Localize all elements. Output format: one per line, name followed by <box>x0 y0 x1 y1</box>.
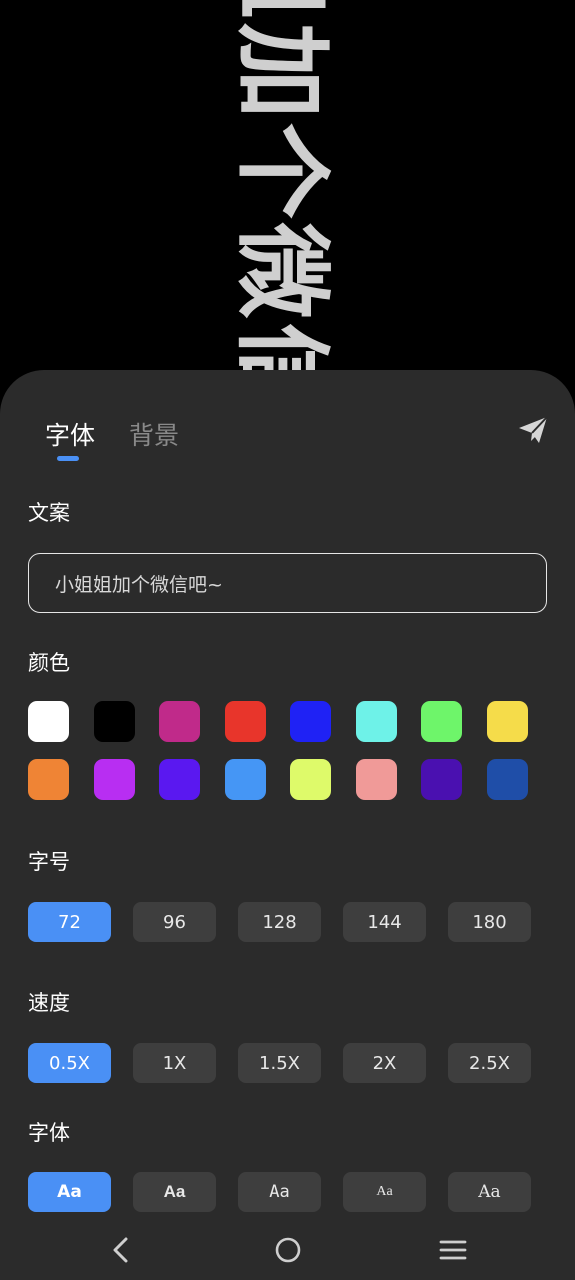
send-icon[interactable] <box>518 416 548 444</box>
size-option[interactable]: 144 <box>343 902 426 942</box>
color-swatch[interactable] <box>93 759 135 800</box>
tab-bar: 字体 背景 <box>45 416 179 461</box>
home-icon[interactable] <box>273 1235 303 1265</box>
text-input[interactable] <box>28 553 547 613</box>
size-options: 72 96 128 144 180 <box>28 902 531 942</box>
font-option[interactable]: Aa <box>448 1172 531 1212</box>
color-swatch[interactable] <box>421 759 462 800</box>
speed-options: 0.5X 1X 1.5X 2X 2.5X <box>28 1043 531 1083</box>
speed-option[interactable]: 2.5X <box>448 1043 531 1083</box>
font-option[interactable]: Aa <box>133 1172 216 1212</box>
font-option[interactable]: Aa <box>343 1172 426 1212</box>
color-swatch[interactable] <box>421 701 462 742</box>
color-swatch[interactable] <box>224 759 266 800</box>
color-swatch[interactable] <box>355 701 397 742</box>
color-swatch[interactable] <box>93 701 135 742</box>
color-swatch[interactable] <box>28 701 69 742</box>
color-swatch[interactable] <box>486 759 528 800</box>
section-title-size: 字号 <box>28 850 70 874</box>
speed-option[interactable]: 1X <box>133 1043 216 1083</box>
size-option[interactable]: 180 <box>448 902 531 942</box>
size-option[interactable]: 96 <box>133 902 216 942</box>
size-option[interactable]: 72 <box>28 902 111 942</box>
section-title-color: 颜色 <box>28 651 70 675</box>
tab-font-label: 字体 <box>45 421 96 450</box>
font-options: Aa Aa Aa Aa Aa <box>28 1172 531 1212</box>
speed-option[interactable]: 2X <box>343 1043 426 1083</box>
back-icon[interactable] <box>106 1235 136 1265</box>
navigation-bar <box>0 1218 575 1280</box>
color-swatch[interactable] <box>486 701 528 742</box>
section-title-text: 文案 <box>28 501 70 525</box>
tab-background-label: 背景 <box>129 421 180 450</box>
color-swatch[interactable] <box>159 759 200 800</box>
speed-option[interactable]: 1.5X <box>238 1043 321 1083</box>
color-swatch[interactable] <box>28 759 69 800</box>
tab-font[interactable]: 字体 <box>45 416 96 461</box>
section-title-font: 字体 <box>28 1121 70 1145</box>
size-option[interactable]: 128 <box>238 902 321 942</box>
font-option[interactable]: Aa <box>238 1172 321 1212</box>
marquee-preview: 小姐姐加个微信吧~ <box>0 0 575 372</box>
active-tab-indicator <box>57 456 79 461</box>
color-swatch[interactable] <box>290 701 331 742</box>
menu-icon[interactable] <box>438 1235 468 1265</box>
color-swatch[interactable] <box>159 701 200 742</box>
color-swatch[interactable] <box>224 701 266 742</box>
section-title-speed: 速度 <box>28 991 70 1015</box>
settings-sheet: 字体 背景 文案 颜色 字号 72 96 128 144 180 速度 0.5X… <box>0 370 575 1218</box>
font-option[interactable]: Aa <box>28 1172 111 1212</box>
marquee-text: 小姐姐加个微信吧~ <box>221 0 360 372</box>
tab-background[interactable]: 背景 <box>129 416 179 452</box>
color-swatch[interactable] <box>290 759 331 800</box>
color-palette <box>28 701 548 800</box>
speed-option[interactable]: 0.5X <box>28 1043 111 1083</box>
color-swatch[interactable] <box>355 759 397 800</box>
